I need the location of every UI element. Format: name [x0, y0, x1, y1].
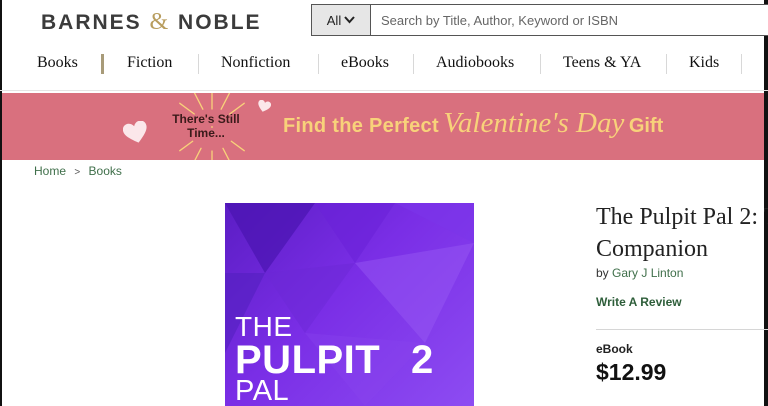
product-title-line1: The Pulpit Pal 2: T [596, 204, 768, 230]
nav-item-fiction[interactable]: Fiction [127, 54, 172, 72]
nav-divider [666, 54, 667, 74]
search-bar: All [311, 4, 768, 36]
write-review-link[interactable]: Write A Review [596, 295, 682, 309]
format-label: eBook [596, 342, 633, 356]
heart-icon [258, 100, 271, 112]
nav-divider [318, 54, 319, 74]
search-category-select[interactable]: All [312, 5, 371, 35]
search-category-label: All [326, 12, 342, 28]
nav-divider [413, 54, 414, 74]
nav-item-audiobooks[interactable]: Audiobooks [436, 54, 514, 72]
breadcrumb-home[interactable]: Home [34, 164, 66, 178]
byline-label: by [596, 266, 609, 280]
divider [596, 329, 768, 330]
nav-item-books[interactable]: Books [37, 54, 78, 72]
heart-icon [123, 121, 147, 143]
chevron-down-icon [344, 16, 355, 24]
breadcrumb-separator: > [74, 167, 81, 178]
search-input[interactable] [371, 5, 768, 35]
author-link[interactable]: Gary J Linton [612, 266, 683, 280]
banner-tagline-line1: There's Still [172, 112, 240, 126]
cover-text-pal: PAL [235, 375, 290, 406]
nav-item-nonfiction[interactable]: Nonfiction [221, 54, 290, 72]
nav-divider [101, 54, 104, 74]
product-title-line2: Companion [596, 236, 708, 262]
cover-text-number: 2 [411, 338, 434, 382]
nav-item-kids[interactable]: Kids [689, 54, 719, 72]
banner-headline-part1: Find the Perfect [283, 115, 439, 137]
book-cover-image[interactable]: THE PULPIT 2 PAL [225, 203, 474, 406]
banner-headline-part2: Valentine's Day [443, 107, 625, 139]
valentines-promo-banner[interactable]: There's Still Time... Find the Perfect V… [2, 93, 764, 160]
product-title: The Pulpit Pal 2: T Companion [596, 201, 768, 265]
logo-text-right: NOBLE [178, 11, 262, 34]
breadcrumb-books[interactable]: Books [89, 164, 122, 178]
site-logo[interactable]: BARNES & NOBLE [41, 9, 262, 36]
nav-item-teens-ya[interactable]: Teens & YA [563, 54, 641, 72]
price: $12.99 [596, 359, 667, 385]
nav-divider [198, 54, 199, 74]
banner-headline-part3: Gift [628, 115, 664, 137]
breadcrumb: Home > Books [34, 164, 122, 178]
logo-ampersand: & [149, 9, 171, 35]
banner-tagline: There's Still Time... [162, 112, 250, 140]
nav-item-ebooks[interactable]: eBooks [341, 54, 389, 72]
banner-headline: Find the Perfect Valentine's Day Gift [283, 107, 663, 140]
nav-divider [540, 54, 541, 74]
logo-text-left: BARNES [41, 11, 142, 34]
main-nav: Books Fiction Nonfiction eBooks Audioboo… [0, 48, 768, 81]
product-byline: by Gary J Linton [596, 266, 683, 280]
nav-bottom-rule [0, 90, 768, 91]
nav-divider [741, 54, 742, 74]
banner-tagline-line2: Time... [187, 126, 225, 140]
